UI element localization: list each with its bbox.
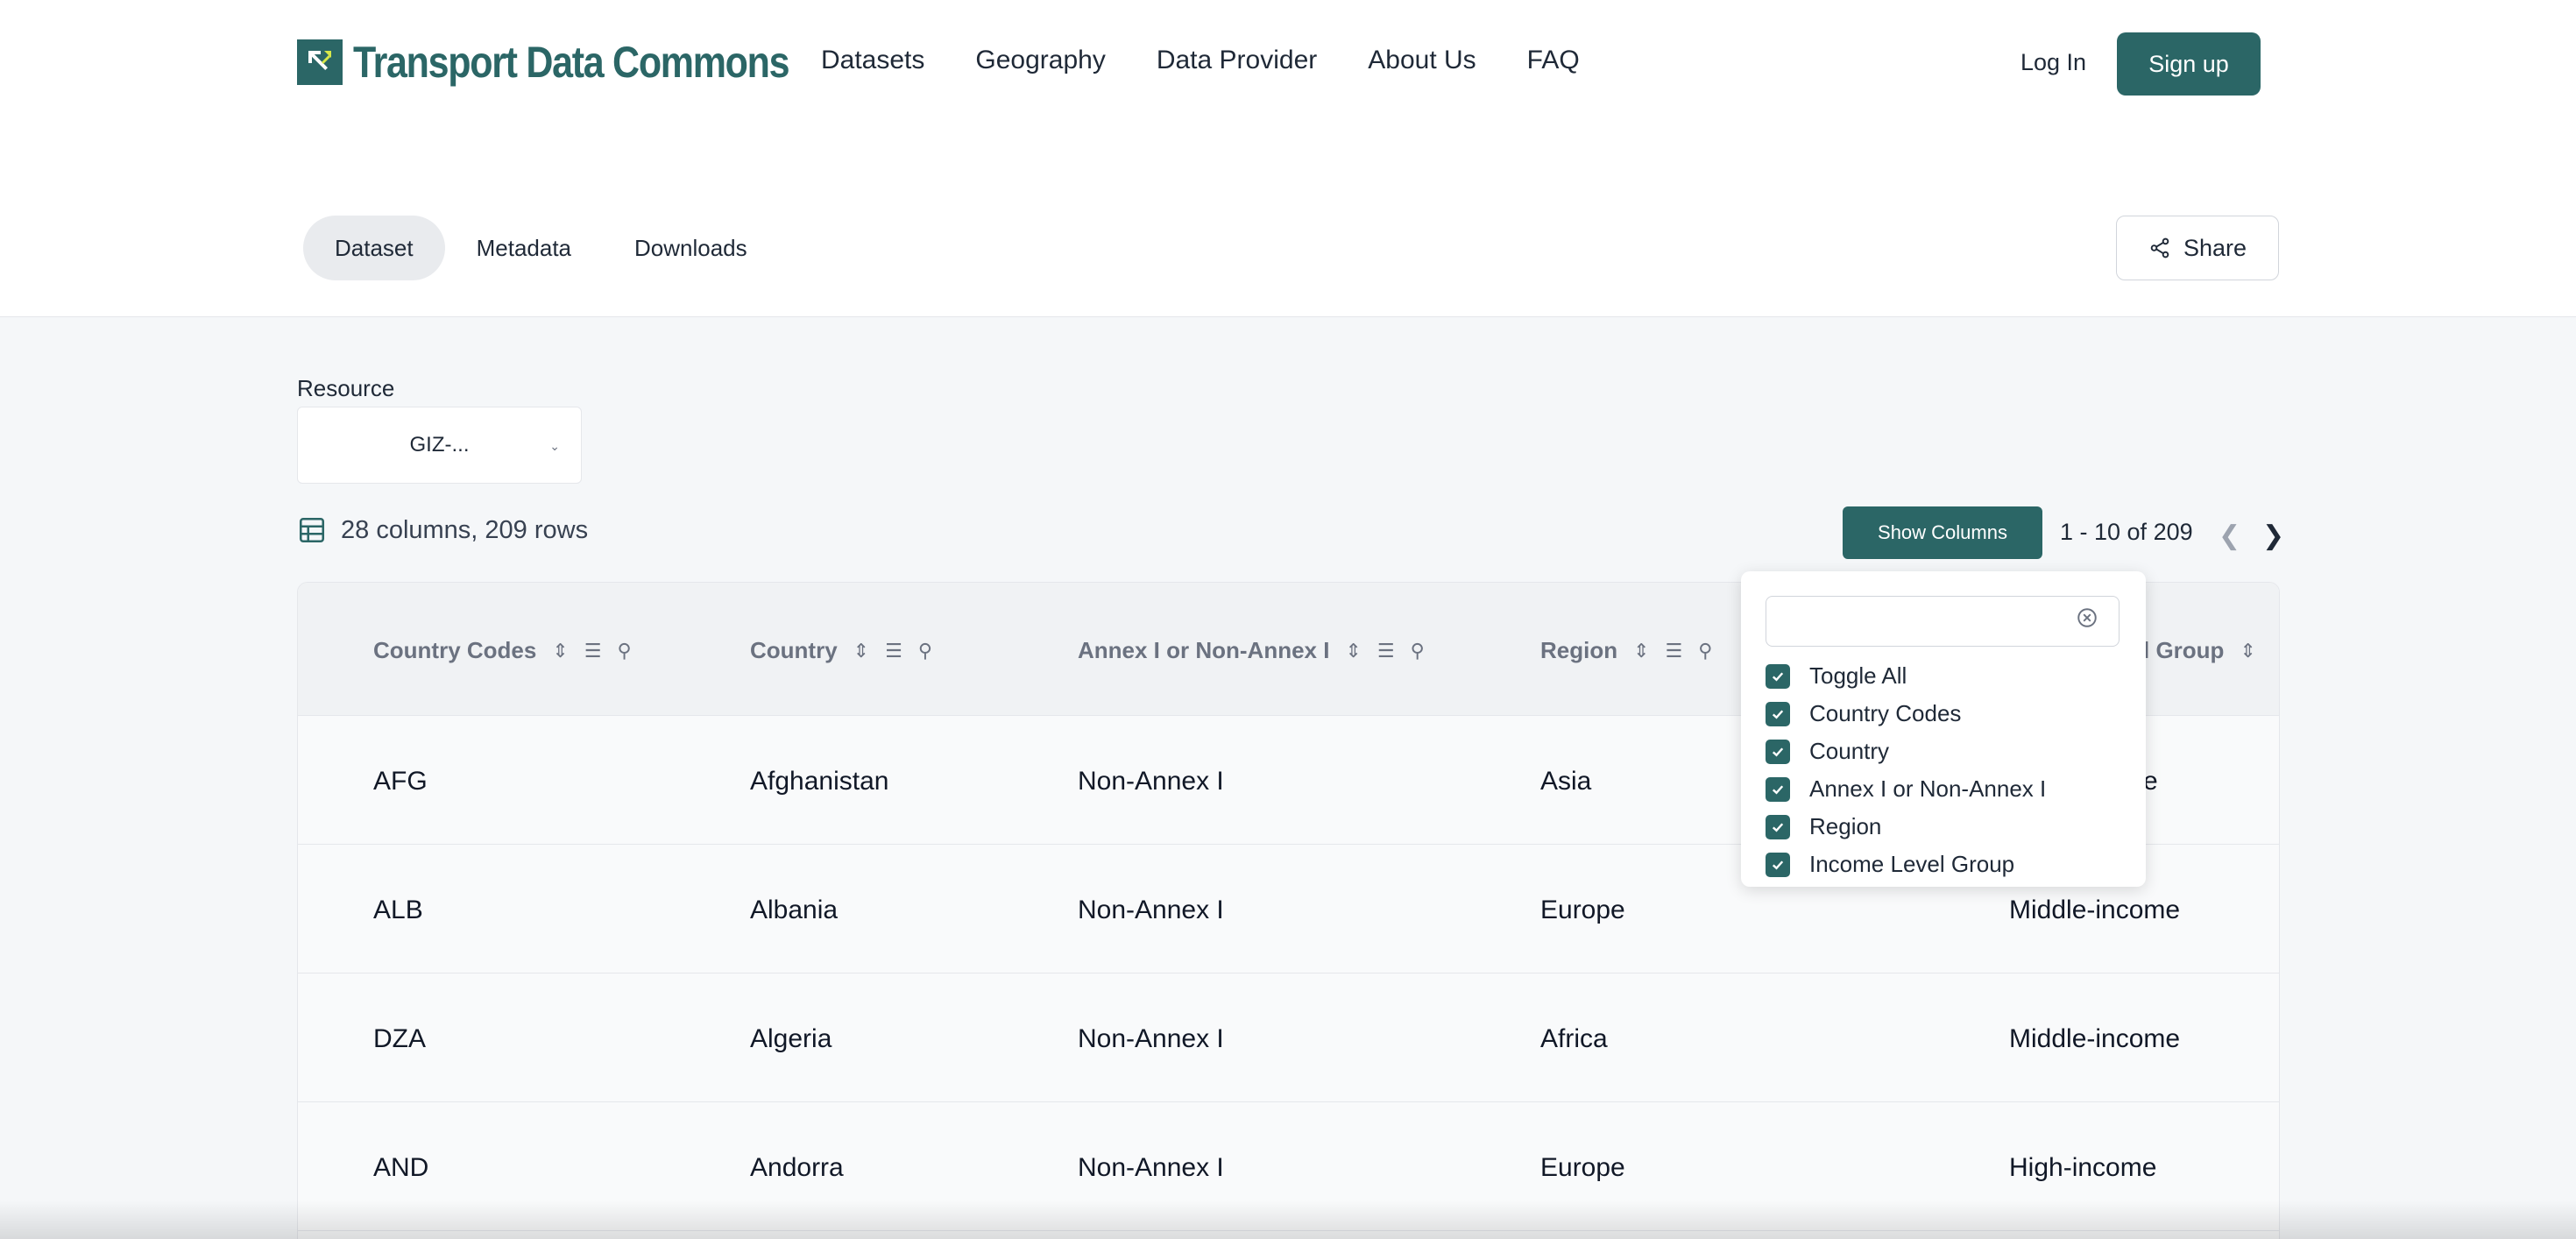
column-header-country-codes[interactable]: Country Codes ⇕ ☰ ⚲ <box>373 637 632 664</box>
brand-logo-icon <box>297 39 343 85</box>
column-option-label: Toggle All <box>1809 662 1907 689</box>
dataset-content: Resource GIZ-... ⌄ 28 columns, 209 rows … <box>0 317 2576 1239</box>
show-columns-popover: Toggle All Country Codes Country Annex I… <box>1741 571 2146 887</box>
share-label: Share <box>2183 234 2247 261</box>
checkbox-checked-icon[interactable] <box>1766 814 1790 839</box>
filter-icon[interactable]: ☰ <box>885 640 902 662</box>
resource-label: Resource <box>297 375 395 401</box>
pin-icon[interactable]: ⚲ <box>1411 640 1425 662</box>
pin-icon[interactable]: ⚲ <box>918 640 932 662</box>
cell-country-code: DZA <box>373 1024 426 1053</box>
share-icon <box>2150 237 2169 258</box>
page: Transport Data Commons Datasets Geograph… <box>0 0 2576 1239</box>
cell-annex: Non-Annex I <box>1078 1153 1224 1182</box>
brand-name: Transport Data Commons <box>353 38 790 87</box>
cell-country-code: ALB <box>373 896 423 924</box>
column-header-region[interactable]: Region ⇕ ☰ ⚲ <box>1540 637 1712 664</box>
cell-annex: Non-Annex I <box>1078 896 1224 924</box>
cell-country-code: AND <box>373 1153 429 1182</box>
checkbox-checked-icon[interactable] <box>1766 776 1790 802</box>
checkbox-checked-icon[interactable] <box>1766 663 1790 689</box>
sort-icon[interactable]: ⇕ <box>853 640 869 662</box>
brand-logo-link[interactable]: Transport Data Commons <box>297 37 860 88</box>
column-option-label: Region <box>1809 813 1882 839</box>
clear-icon[interactable] <box>2076 606 2098 629</box>
tab-dataset[interactable]: Dataset <box>303 216 445 280</box>
resource-selected-value: GIZ-... <box>409 433 470 457</box>
chevron-left-icon[interactable]: ❮ <box>2219 520 2240 551</box>
column-option-label: Annex I or Non-Annex I <box>1809 775 2047 802</box>
filter-icon[interactable]: ☰ <box>1377 640 1395 662</box>
column-option-label: Country <box>1809 738 1890 764</box>
table-row: DZA Algeria Non-Annex I Africa Middle-in… <box>298 974 2279 1102</box>
nav-datasets[interactable]: Datasets <box>821 46 924 75</box>
sort-icon[interactable]: ⇕ <box>1345 640 1361 662</box>
cell-region: Africa <box>1540 1024 1608 1053</box>
dataset-tabs: Dataset Metadata Downloads <box>303 216 779 280</box>
nav-faq[interactable]: FAQ <box>1527 46 1580 75</box>
nav-about-us[interactable]: About Us <box>1368 46 1476 75</box>
tab-metadata[interactable]: Metadata <box>445 216 603 280</box>
cell-country: Andorra <box>750 1153 844 1182</box>
table-summary-text: 28 columns, 209 rows <box>341 515 589 544</box>
column-search-input[interactable] <box>1766 596 2120 647</box>
cell-country: Afghanistan <box>750 767 889 796</box>
cell-country: Algeria <box>750 1024 832 1053</box>
chevron-down-icon: ⌄ <box>549 439 560 453</box>
sort-icon[interactable]: ⇕ <box>552 640 568 662</box>
table-icon <box>299 517 325 543</box>
column-toggle-annex[interactable]: Annex I or Non-Annex I <box>1766 775 2046 803</box>
cell-income-level: High-income <box>2009 1153 2157 1182</box>
checkbox-checked-icon[interactable] <box>1766 701 1790 726</box>
column-header-income-level-group[interactable]: l Group ⇕ <box>2143 637 2256 664</box>
cell-income-level: Middle-income <box>2009 1024 2181 1053</box>
tab-downloads[interactable]: Downloads <box>603 216 779 280</box>
column-toggle-country[interactable]: Country <box>1766 738 1889 765</box>
pagination-status: 1 - 10 of 209 <box>2060 519 2193 545</box>
table-summary: 28 columns, 209 rows <box>297 515 588 545</box>
login-link[interactable]: Log In <box>2020 49 2086 76</box>
pin-icon[interactable]: ⚲ <box>618 640 632 662</box>
cell-country: Albania <box>750 896 839 924</box>
cell-region: Europe <box>1540 1153 1625 1182</box>
cell-income-level: Middle-income <box>2009 896 2181 924</box>
column-toggle-region[interactable]: Region <box>1766 813 1881 840</box>
checkbox-checked-icon[interactable] <box>1766 852 1790 877</box>
main-nav: Datasets Geography Data Provider About U… <box>821 46 1580 75</box>
nav-geography[interactable]: Geography <box>975 46 1105 75</box>
sort-icon[interactable]: ⇕ <box>2240 640 2255 662</box>
cell-region: Asia <box>1540 767 1592 796</box>
sort-icon[interactable]: ⇕ <box>1633 640 1649 662</box>
column-option-label: Income Level Group <box>1809 851 2015 877</box>
checkbox-checked-icon[interactable] <box>1766 739 1790 764</box>
dataset-tabs-bar: Dataset Metadata Downloads Share <box>0 127 2576 317</box>
chevron-right-icon[interactable]: ❯ <box>2262 520 2284 551</box>
cell-annex: Non-Annex I <box>1078 1024 1224 1053</box>
column-toggle-all[interactable]: Toggle All <box>1766 662 1907 690</box>
pin-icon[interactable]: ⚲ <box>1698 640 1712 662</box>
nav-data-provider[interactable]: Data Provider <box>1157 46 1317 75</box>
bottom-edge-shadow <box>0 1200 2576 1239</box>
column-header-annex[interactable]: Annex I or Non-Annex I ⇕ ☰ ⚲ <box>1078 637 1425 664</box>
filter-icon[interactable]: ☰ <box>584 640 602 662</box>
top-navbar: Transport Data Commons Datasets Geograph… <box>0 0 2576 127</box>
cell-country-code: AFG <box>373 767 428 796</box>
resource-select[interactable]: GIZ-... ⌄ <box>297 407 582 484</box>
filter-icon[interactable]: ☰ <box>1666 640 1683 662</box>
column-toggle-country-codes[interactable]: Country Codes <box>1766 700 1961 727</box>
cell-annex: Non-Annex I <box>1078 767 1224 796</box>
column-header-country[interactable]: Country ⇕ ☰ ⚲ <box>750 637 932 664</box>
column-option-label: Country Codes <box>1809 700 1962 726</box>
cell-region: Europe <box>1540 896 1625 924</box>
show-columns-button[interactable]: Show Columns <box>1843 506 2042 559</box>
column-toggle-income-level-group[interactable]: Income Level Group <box>1766 851 2014 878</box>
share-button[interactable]: Share <box>2116 216 2279 280</box>
signup-button[interactable]: Sign up <box>2117 32 2261 96</box>
